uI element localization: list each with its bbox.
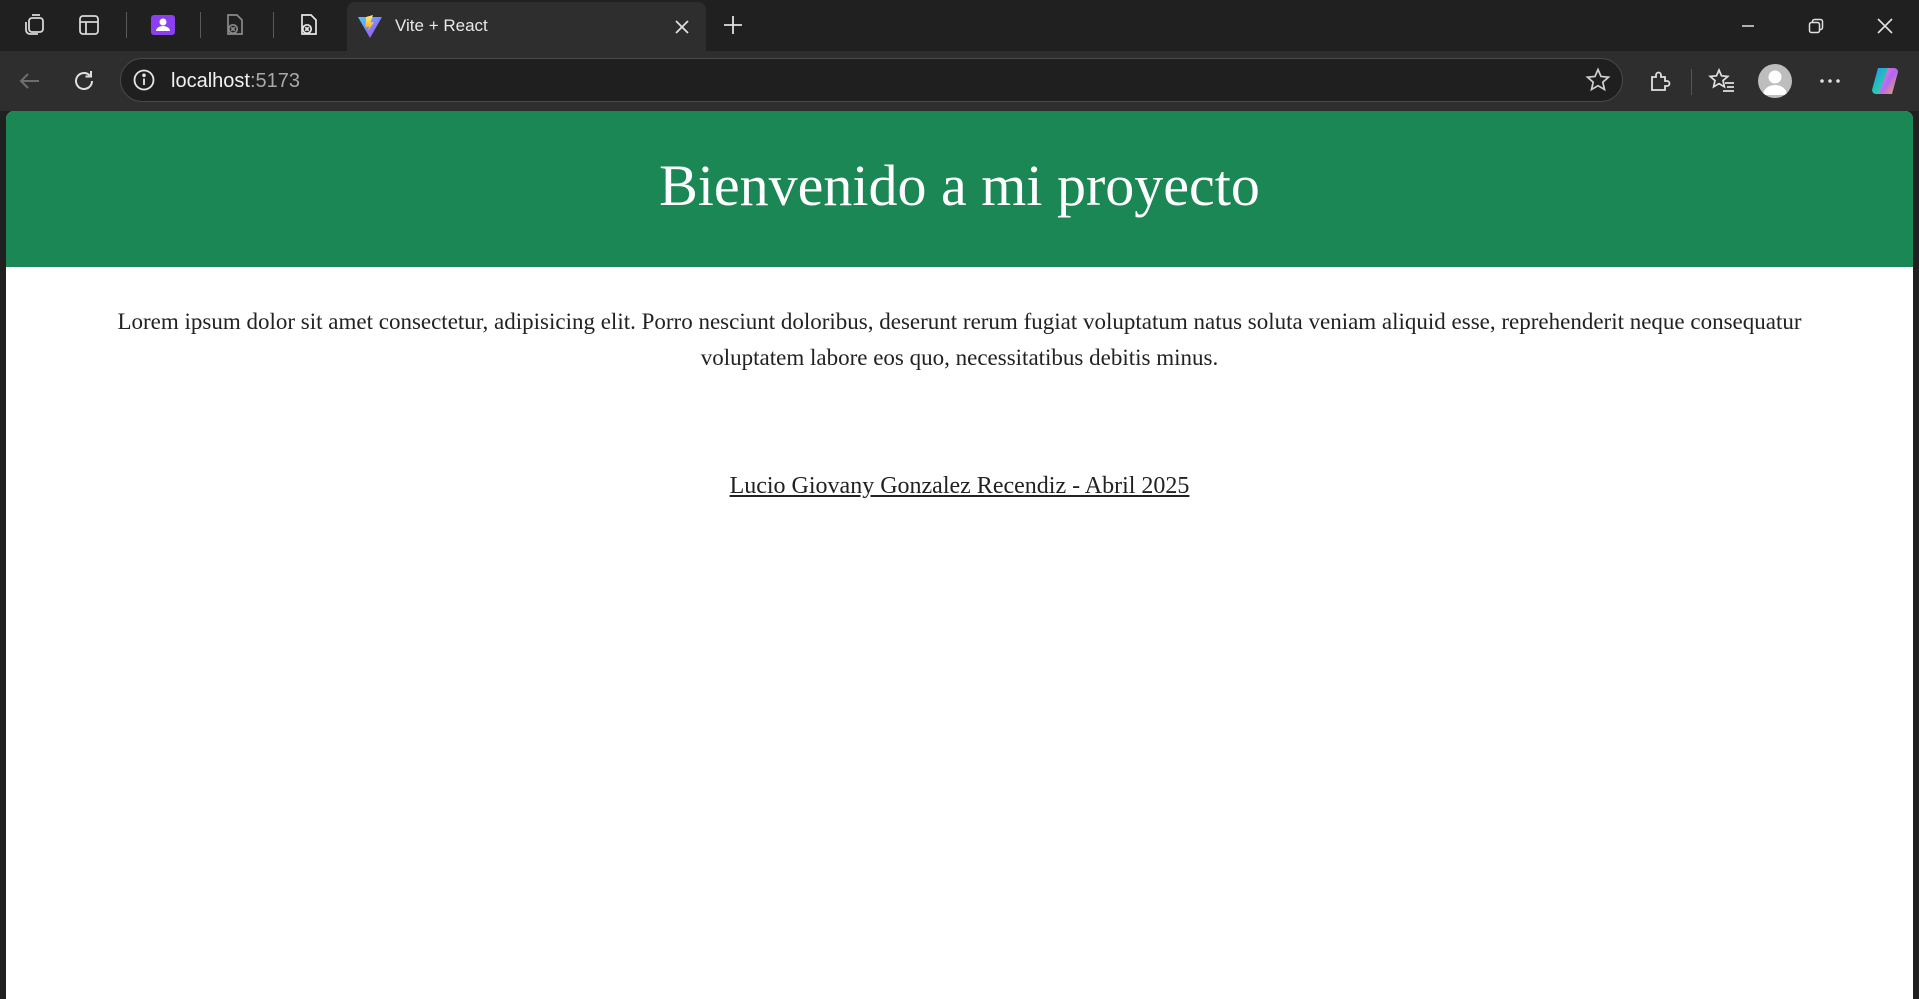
- page-title: Bienvenido a mi proyecto: [659, 153, 1260, 218]
- author-link[interactable]: Lucio Giovany Gonzalez Recendiz - Abril …: [730, 473, 1190, 499]
- extensions-button[interactable]: [1642, 63, 1678, 99]
- page-viewport: Bienvenido a mi proyecto Lorem ipsum dol…: [6, 111, 1913, 999]
- favorites-button[interactable]: [1704, 63, 1740, 99]
- vite-icon: [357, 14, 383, 40]
- plus-icon: [724, 16, 742, 34]
- tab-strip: Vite + React: [0, 0, 1919, 51]
- star-icon[interactable]: [1582, 64, 1614, 96]
- url-text[interactable]: localhost:5173: [171, 69, 300, 93]
- workspaces-icon[interactable]: [18, 8, 52, 42]
- back-button[interactable]: [12, 63, 48, 99]
- tab-separator: [273, 12, 274, 38]
- pdf-tab-icon[interactable]: [292, 8, 326, 42]
- refresh-button[interactable]: [66, 63, 102, 99]
- close-window-button[interactable]: [1851, 0, 1919, 51]
- pdf-tab-icon[interactable]: [218, 8, 252, 42]
- close-icon[interactable]: [668, 13, 696, 41]
- copilot-button[interactable]: [1867, 63, 1903, 99]
- page-header: Bienvenido a mi proyecto: [6, 111, 1913, 267]
- tab-separator: [126, 12, 127, 38]
- new-tab-button[interactable]: [716, 8, 750, 42]
- browser-toolbar: localhost:5173: [0, 51, 1919, 111]
- tab-actions-icon[interactable]: [72, 8, 106, 42]
- tab-vite-react[interactable]: Vite + React: [347, 2, 706, 51]
- page-footer: Lucio Giovany Gonzalez Recendiz - Abril …: [6, 471, 1913, 501]
- tab-title: Vite + React: [395, 16, 488, 35]
- restore-button[interactable]: [1782, 0, 1850, 51]
- page-paragraph: Lorem ipsum dolor sit amet consectetur, …: [117, 309, 1802, 370]
- toolbar-separator: [1691, 69, 1692, 95]
- copilot-icon: [1872, 68, 1898, 94]
- minimize-button[interactable]: [1714, 0, 1782, 51]
- restore-icon: [1808, 18, 1824, 33]
- avatar-icon[interactable]: [1758, 64, 1792, 98]
- refresh-icon: [75, 71, 93, 90]
- address-bar[interactable]: localhost:5173: [120, 58, 1623, 102]
- more-button[interactable]: [1812, 63, 1848, 99]
- back-icon: [19, 73, 39, 89]
- profile-app-icon[interactable]: [146, 8, 180, 42]
- close-icon: [1877, 17, 1893, 34]
- info-icon[interactable]: [129, 65, 159, 95]
- more-icon: [1820, 79, 1840, 83]
- url-host: localhost: [171, 70, 250, 92]
- minimize-icon: [1742, 24, 1754, 27]
- favorites-icon: [1708, 67, 1734, 92]
- tab-separator: [200, 12, 201, 38]
- url-port: :5173: [249, 70, 300, 92]
- puzzle-icon: [1651, 71, 1671, 91]
